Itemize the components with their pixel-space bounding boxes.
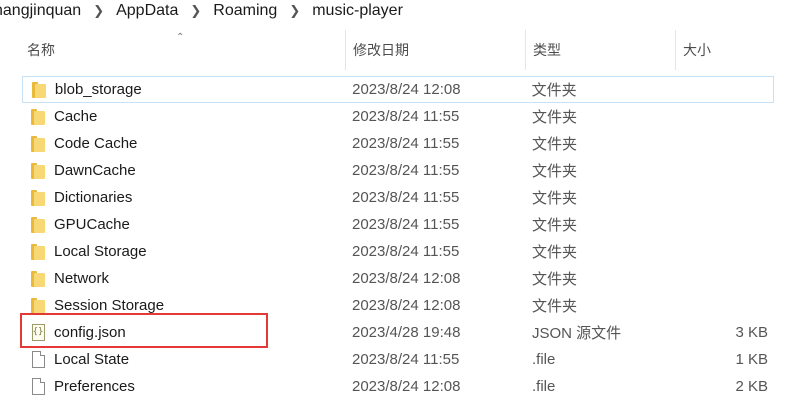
file-row[interactable]: Cache 2023/8/24 11:55 文件夹 (22, 103, 774, 130)
file-type: 文件夹 (531, 82, 577, 99)
file-name: Local State (54, 351, 130, 368)
file-date: 2023/8/24 11:55 (352, 135, 460, 152)
file-name: GPUCache (54, 216, 130, 233)
column-header-type-label: 类型 (533, 42, 561, 58)
file-name: Preferences (54, 378, 135, 395)
file-date: 2023/8/24 12:08 (352, 297, 461, 314)
column-header-bar: ⌃ 名称 修改日期 类型 大小 (20, 30, 778, 70)
breadcrumb-item-roaming[interactable]: Roaming (213, 2, 277, 20)
folder-icon (22, 157, 54, 184)
file-date: 2023/8/24 12:08 (352, 270, 461, 287)
file-type: 文件夹 (532, 244, 578, 261)
file-type: 文件夹 (532, 163, 578, 180)
chevron-right-icon[interactable]: ❯ (93, 3, 104, 19)
breadcrumb: nangjinquan ❯ AppData ❯ Roaming ❯ music-… (0, 0, 792, 22)
folder-icon (22, 211, 54, 238)
folder-icon (22, 130, 54, 157)
column-header-date[interactable]: 修改日期 (346, 30, 526, 70)
file-row[interactable]: DawnCache 2023/8/24 11:55 文件夹 (22, 157, 774, 184)
file-type: 文件夹 (532, 298, 578, 315)
file-date: 2023/8/24 12:08 (352, 378, 461, 395)
breadcrumb-item-music-player[interactable]: music-player (312, 2, 403, 20)
file-row[interactable]: Dictionaries 2023/8/24 11:55 文件夹 (22, 184, 774, 211)
folder-icon (22, 103, 54, 130)
folder-icon (22, 265, 54, 292)
file-type: .file (532, 351, 556, 368)
column-header-date-label: 修改日期 (353, 42, 409, 58)
file-name: DawnCache (54, 162, 136, 179)
file-row[interactable]: Code Cache 2023/8/24 11:55 文件夹 (22, 130, 774, 157)
file-row[interactable]: {} config.json 2023/4/28 19:48 JSON 源文件 3 KB (22, 319, 774, 346)
file-icon (22, 373, 54, 400)
file-date: 2023/8/24 12:08 (352, 81, 461, 98)
file-row[interactable]: Local Storage 2023/8/24 11:55 文件夹 (22, 238, 774, 265)
file-name: Network (54, 270, 110, 287)
file-type: 文件夹 (532, 217, 578, 234)
file-name: blob_storage (54, 81, 142, 98)
chevron-right-icon[interactable]: ❯ (289, 3, 300, 19)
file-row[interactable]: Local State 2023/8/24 11:55 .file 1 KB (22, 346, 774, 373)
column-header-size[interactable]: 大小 (676, 30, 778, 70)
json-file-icon: {} (22, 319, 54, 346)
folder-icon (22, 292, 54, 319)
file-type: JSON 源文件 (532, 325, 622, 342)
file-name: Cache (54, 108, 98, 125)
file-name: Session Storage (54, 297, 165, 314)
file-type: 文件夹 (532, 109, 578, 126)
file-date: 2023/8/24 11:55 (352, 351, 460, 368)
column-header-type[interactable]: 类型 (526, 30, 676, 70)
file-row[interactable]: GPUCache 2023/8/24 11:55 文件夹 (22, 211, 774, 238)
column-header-name[interactable]: ⌃ 名称 (20, 30, 346, 70)
file-date: 2023/8/24 11:55 (352, 189, 460, 206)
file-name: config.json (54, 324, 126, 341)
file-type: 文件夹 (532, 136, 578, 153)
breadcrumb-item-user[interactable]: nangjinquan (0, 2, 81, 20)
file-list: blob_storage 2023/8/24 12:08 文件夹 Cache 2023/… (22, 76, 774, 400)
file-row[interactable]: Network 2023/8/24 12:08 文件夹 (22, 265, 774, 292)
folder-icon (23, 76, 55, 103)
folder-icon (22, 238, 54, 265)
file-icon (22, 346, 54, 373)
file-name: Code Cache (54, 135, 138, 152)
file-date: 2023/8/24 11:55 (352, 243, 460, 260)
column-header-size-label: 大小 (683, 42, 711, 58)
column-header-name-label: 名称 (27, 42, 55, 58)
file-date: 2023/8/24 11:55 (352, 162, 460, 179)
file-date: 2023/4/28 19:48 (352, 324, 461, 341)
file-size: 3 KB (735, 324, 768, 341)
file-type: 文件夹 (532, 271, 578, 288)
file-size: 2 KB (735, 378, 768, 395)
file-row[interactable]: Preferences 2023/8/24 12:08 .file 2 KB (22, 373, 774, 400)
file-type: 文件夹 (532, 190, 578, 207)
chevron-right-icon[interactable]: ❯ (190, 3, 201, 19)
file-date: 2023/8/24 11:55 (352, 216, 460, 233)
breadcrumb-item-appdata[interactable]: AppData (116, 2, 178, 20)
file-row[interactable]: Session Storage 2023/8/24 12:08 文件夹 (22, 292, 774, 319)
file-type: .file (532, 378, 556, 395)
file-row[interactable]: blob_storage 2023/8/24 12:08 文件夹 (22, 76, 774, 103)
file-date: 2023/8/24 11:55 (352, 108, 460, 125)
folder-icon (22, 184, 54, 211)
file-name: Local Storage (54, 243, 147, 260)
sort-up-icon: ⌃ (176, 32, 185, 43)
file-name: Dictionaries (54, 189, 133, 206)
file-size: 1 KB (735, 351, 768, 368)
